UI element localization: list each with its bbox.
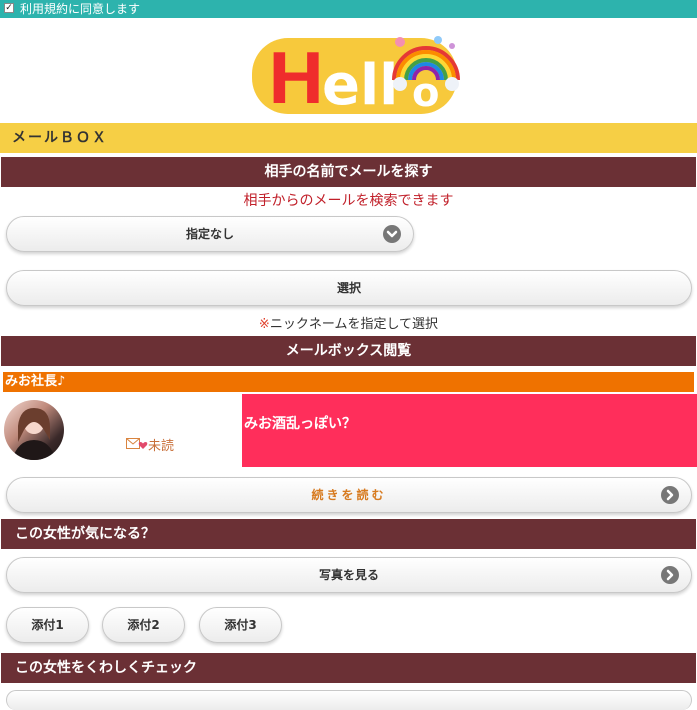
search-section-title: 相手の名前でメールを探す [264, 164, 433, 180]
mailbox-view-header: メールボックス閲覧 [1, 336, 696, 366]
terms-checkbox-label[interactable]: 利用規約に同意します [20, 0, 140, 18]
message-preview[interactable]: みお酒乱っぽい？ [242, 394, 697, 467]
chevron-down-icon [383, 225, 401, 243]
name-select-value: 指定なし [185, 227, 234, 241]
search-section-header: 相手の名前でメールを探す [1, 157, 696, 187]
terms-bar: ✓ 利用規約に同意します [0, 0, 697, 18]
interest-section-header: この女性が気になる？ [1, 519, 696, 549]
sender-name: みお社長♪ [5, 374, 66, 389]
mailbox-heading: メールＢＯＸ [0, 123, 697, 153]
attachment-2-label: 添付2 [127, 618, 160, 632]
choose-button[interactable]: 選択 [6, 270, 692, 306]
unread-status: 未読 [126, 435, 174, 454]
avatar[interactable] [4, 400, 64, 460]
attachment-2-button[interactable]: 添付2 [102, 607, 185, 643]
chevron-right-icon [661, 566, 679, 584]
interest-section-title: この女性が気になる？ [15, 526, 155, 542]
svg-text:H: H [266, 37, 326, 120]
sender-name-bar: みお社長♪ [3, 372, 694, 392]
terms-checkbox[interactable]: ✓ [4, 3, 14, 13]
read-more-label: 続きを読む [311, 488, 387, 502]
note-mark: ※ [258, 317, 270, 332]
hello-logo: H ell o [250, 28, 466, 122]
envelope-heart-icon [126, 438, 148, 449]
attachment-1-button[interactable]: 添付1 [6, 607, 89, 643]
detail-section-header: この女性をくわしくチェック [1, 653, 696, 683]
note-text: ニックネームを指定して選択 [269, 317, 439, 332]
choose-button-label: 選択 [336, 281, 361, 295]
unread-label: 未読 [148, 439, 175, 454]
read-more-button[interactable]: 続きを読む [6, 477, 692, 513]
svg-text:ell: ell [322, 53, 398, 118]
attachment-3-button[interactable]: 添付3 [199, 607, 282, 643]
attachment-1-label: 添付1 [31, 618, 64, 632]
attachment-3-label: 添付3 [224, 618, 257, 632]
mailbox-view-title: メールボックス閲覧 [285, 343, 412, 359]
view-photos-label: 写真を見る [318, 568, 379, 582]
message-subject: みお酒乱っぽい？ [244, 416, 356, 432]
name-select[interactable]: 指定なし [6, 216, 414, 252]
view-photos-button[interactable]: 写真を見る [6, 557, 692, 593]
mailbox-heading-text: メールＢＯＸ [12, 130, 108, 146]
nickname-note: ※ニックネームを指定して選択 [0, 313, 697, 332]
detail-check-button[interactable] [6, 690, 692, 710]
search-description: 相手からのメールを検索できます [243, 193, 454, 209]
detail-section-title: この女性をくわしくチェック [15, 660, 197, 676]
chevron-right-icon [661, 486, 679, 504]
